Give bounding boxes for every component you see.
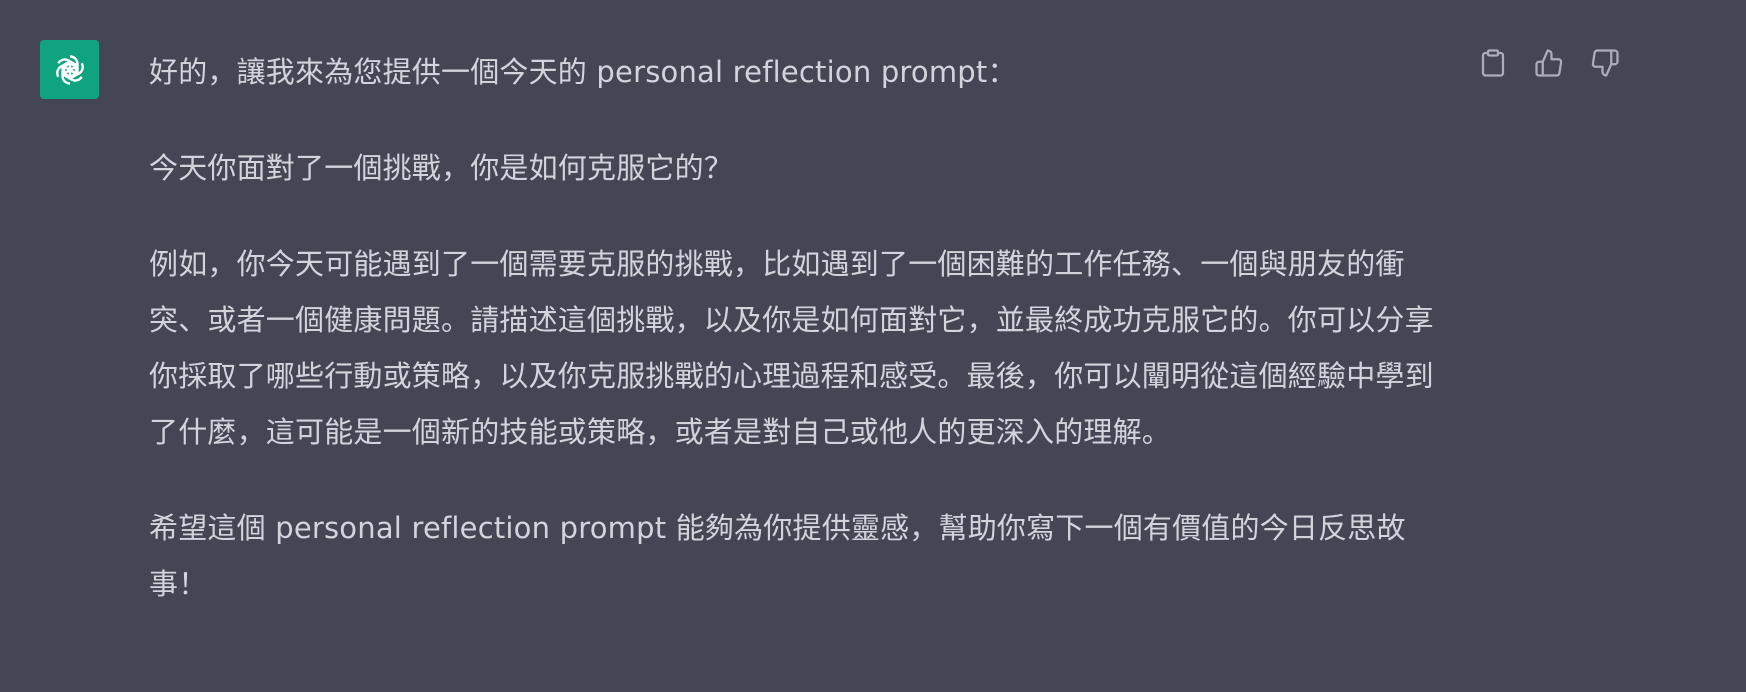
thumbs-down-icon (1591, 49, 1619, 77)
copy-button[interactable] (1476, 46, 1510, 80)
thumbs-up-icon (1535, 49, 1563, 77)
openai-logo-icon (52, 54, 87, 85)
message-actions (1476, 46, 1622, 80)
message-paragraph: 例如，你今天可能遇到了一個需要克服的挑戰，比如遇到了一個困難的工作任務、一個與朋… (149, 247, 1434, 449)
dislike-button[interactable] (1588, 46, 1622, 80)
message-paragraph: 希望這個 personal reflection prompt 能夠為你提供靈感… (149, 511, 1406, 601)
message-content: 好的，讓我來為您提供一個今天的 personal reflection prom… (149, 44, 1439, 612)
like-button[interactable] (1532, 46, 1566, 80)
message-paragraph: 好的，讓我來為您提供一個今天的 personal reflection prom… (149, 55, 1017, 89)
assistant-message: 好的，讓我來為您提供一個今天的 personal reflection prom… (0, 0, 1746, 692)
clipboard-icon (1481, 49, 1505, 77)
assistant-avatar (40, 40, 99, 99)
message-paragraph: 今天你面對了一個挑戰，你是如何克服它的？ (149, 151, 734, 185)
